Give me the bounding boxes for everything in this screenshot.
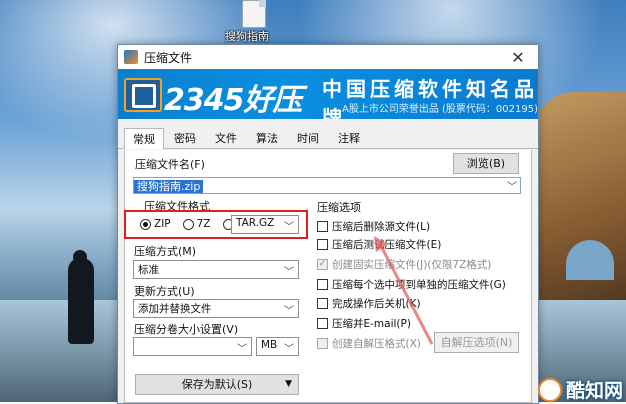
document-icon [242, 0, 266, 28]
tab-comment[interactable]: 注释 [329, 127, 369, 148]
option-test-archive[interactable]: 压缩后测试压缩文件(E) [317, 237, 441, 252]
option-shutdown[interactable]: 完成操作后关机(K) [317, 296, 421, 311]
tab-files[interactable]: 文件 [206, 127, 246, 148]
option-sfx: 创建自解压格式(X) [317, 336, 421, 351]
split-unit-select[interactable]: MB ﹀ [256, 337, 299, 356]
checkbox[interactable] [317, 239, 328, 250]
chevron-down-icon: ﹀ [284, 267, 294, 278]
option-label: 压缩每个选中项到单独的压缩文件(G) [332, 279, 506, 291]
option-label: 创建自解压格式(X) [332, 338, 421, 350]
close-button[interactable]: ✕ [498, 45, 538, 69]
brand-name: 2345好压 [164, 83, 302, 118]
browse-button[interactable]: 浏览(B) [453, 153, 519, 174]
chevron-down-icon: ﹀ [237, 344, 247, 355]
option-label: 压缩后删除源文件(L) [332, 221, 431, 233]
tab-time[interactable]: 时间 [288, 127, 328, 148]
chevron-down-icon: ﹀ [284, 344, 294, 355]
desktop-file-label: 搜狗指南 [225, 30, 269, 43]
checkbox[interactable] [317, 318, 328, 329]
split-unit-value: MB [261, 339, 278, 351]
options-title: 压缩选项 [317, 201, 361, 214]
desktop-file-icon[interactable]: 搜狗指南 [225, 0, 279, 43]
update-label: 更新方式(U) [134, 285, 195, 298]
filename-input[interactable]: 搜狗指南.zip ﹀ [133, 177, 521, 194]
sea-arch [566, 240, 614, 280]
checkbox[interactable] [317, 221, 328, 232]
checkbox[interactable] [317, 279, 328, 290]
save-default-button[interactable]: 保存为默认(S) ▼ [135, 374, 299, 395]
filename-label: 压缩文件名(F) [135, 158, 205, 171]
save-default-label: 保存为默认(S) [181, 378, 253, 391]
caret-down-icon[interactable]: ▼ [285, 375, 292, 394]
tab-algorithm[interactable]: 算法 [247, 127, 287, 148]
chevron-down-icon: ﹀ [284, 306, 294, 317]
filename-value: 搜狗指南.zip [134, 180, 204, 193]
watermark-text: 酷知网 [566, 380, 624, 402]
method-select-value: 标准 [138, 264, 159, 276]
runner-silhouette [68, 258, 94, 344]
title-bar[interactable]: 压缩文件 ✕ [118, 45, 538, 69]
checkbox[interactable] [317, 298, 328, 309]
checkbox [317, 338, 328, 349]
watermark-logo-icon [538, 377, 562, 402]
site-watermark: 酷知网 [538, 376, 623, 403]
tab-password[interactable]: 密码 [165, 127, 205, 148]
brand-subslogan: A股上市公司荣誉出品 (股票代码：002195) [342, 104, 538, 115]
option-label: 压缩后测试压缩文件(E) [332, 239, 442, 251]
update-select-value: 添加并替换文件 [138, 303, 212, 315]
app-logo-icon [124, 78, 162, 112]
option-label: 创建固实压缩文件(J)(仅限7Z格式) [332, 259, 492, 271]
split-size-input[interactable]: ﹀ [133, 337, 252, 356]
option-label: 完成操作后关机(K) [332, 298, 421, 310]
brand-banner: 2345好压 中国压缩软件知名品牌 A股上市公司荣誉出品 (股票代码：00219… [118, 69, 538, 119]
option-label: 压缩并E-mail(P) [332, 318, 411, 330]
chevron-down-icon[interactable]: ﹀ [507, 178, 517, 193]
tab-bar: 常规 密码 文件 算法 时间 注释 [118, 119, 538, 149]
app-icon [124, 50, 138, 64]
update-select[interactable]: 添加并替换文件 ﹀ [133, 299, 299, 318]
checkbox: ✓ [317, 259, 328, 270]
window-title: 压缩文件 [144, 50, 193, 65]
sfx-options-button: 自解压选项(N) [434, 332, 519, 353]
option-delete-source[interactable]: 压缩后删除源文件(L) [317, 219, 430, 234]
split-label: 压缩分卷大小设置(V) [134, 323, 239, 336]
option-separate-archives[interactable]: 压缩每个选中项到单独的压缩文件(G) [317, 277, 506, 292]
option-solid-archive: ✓ 创建固实压缩文件(J)(仅限7Z格式) [317, 257, 491, 272]
method-label: 压缩方式(M) [134, 245, 197, 258]
highlight-annotation [124, 210, 308, 239]
option-email[interactable]: 压缩并E-mail(P) [317, 316, 411, 331]
tab-general[interactable]: 常规 [124, 128, 164, 149]
method-select[interactable]: 标准 ﹀ [133, 260, 299, 279]
